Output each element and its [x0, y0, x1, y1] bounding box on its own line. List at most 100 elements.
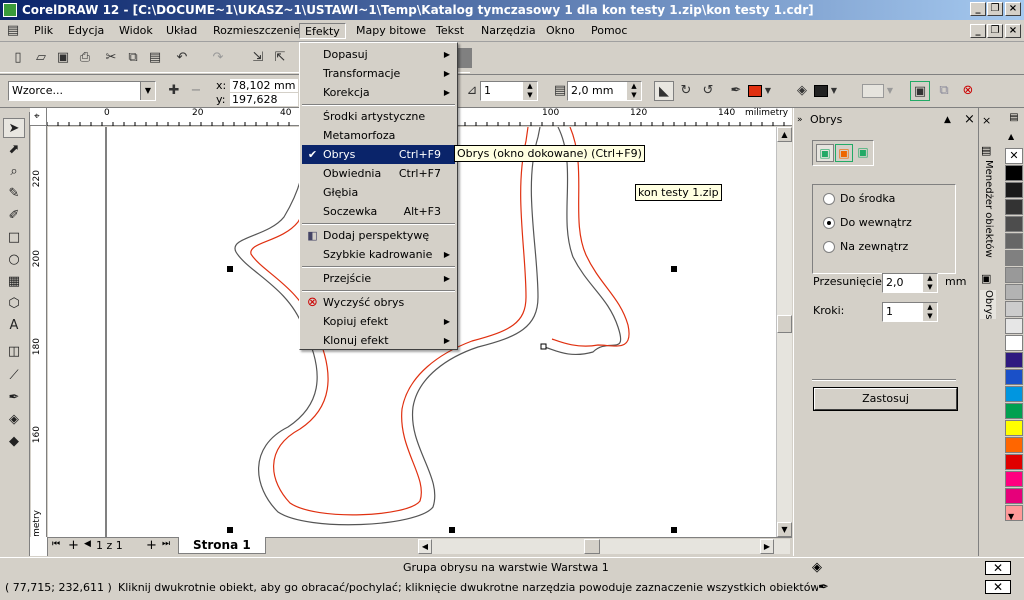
color-swatch[interactable]	[1005, 369, 1023, 385]
scroll-thumb[interactable]	[777, 315, 792, 333]
spin-arrows-icon[interactable]: ▲ ▼	[923, 303, 937, 321]
color-swatch[interactable]	[1005, 284, 1023, 300]
save-icon[interactable]: ▣	[53, 48, 73, 68]
open-file-icon[interactable]: ▱	[31, 48, 51, 68]
chevron-down-icon[interactable]: ▼	[140, 82, 155, 100]
outline-color-swatch[interactable]	[748, 85, 762, 97]
menu-plik[interactable]: Plik	[29, 23, 58, 39]
x-position-field[interactable]: 78,102 mm	[230, 79, 298, 92]
minimize-icon[interactable]: _	[970, 2, 986, 16]
menu-item-glebia[interactable]: Głębia	[302, 183, 455, 202]
docker-collapse-icon[interactable]: ▲	[944, 112, 951, 128]
scroll-up-icon[interactable]: ▲	[777, 127, 792, 142]
spin-arrows-icon[interactable]: ▲ ▼	[923, 274, 937, 292]
outline-tool-icon[interactable]: ✒	[3, 388, 25, 408]
steps-input[interactable]: 1 ▲ ▼	[882, 302, 938, 322]
copy-icon[interactable]: ⧉	[123, 48, 143, 68]
eyedropper-tool-icon[interactable]: ⟋	[3, 366, 25, 386]
contour-inside-icon[interactable]: ▣	[835, 144, 853, 162]
color-swatch[interactable]	[1005, 267, 1023, 283]
menu-item-srodki-artystyczne[interactable]: Środki artystyczne	[302, 107, 455, 126]
first-page-icon[interactable]: ⏮	[52, 539, 60, 549]
doc-restore-icon[interactable]: ❐	[987, 24, 1003, 38]
menu-pomoc[interactable]: Pomoc	[586, 23, 632, 39]
new-file-icon[interactable]: ▯	[8, 48, 28, 68]
export-icon[interactable]: ⇱	[270, 48, 290, 68]
menu-item-metamorfoza[interactable]: Metamorfoza	[302, 126, 455, 145]
menu-item-soczewka[interactable]: Soczewka Alt+F3	[302, 202, 455, 221]
contour-outside-icon[interactable]: ▣	[854, 144, 872, 162]
menu-item-obwiednia[interactable]: Obwiednia Ctrl+F7	[302, 164, 455, 183]
chevron-down-icon[interactable]: ▼	[762, 81, 774, 101]
maximize-icon[interactable]: ❐	[987, 2, 1003, 16]
menu-mapy-bitowe[interactable]: Mapy bitowe	[351, 23, 431, 39]
coreldraw-app-icon[interactable]	[3, 3, 17, 17]
radio-na-zewnatrz[interactable]	[823, 241, 835, 253]
print-icon[interactable]: ⎙	[75, 48, 95, 68]
close-docker-icon[interactable]: ×	[982, 114, 991, 127]
menu-item-korekcja[interactable]: Korekcja ▶	[302, 83, 455, 102]
hscroll-thumb[interactable]	[584, 539, 600, 554]
color-swatch[interactable]	[1005, 301, 1023, 317]
interactive-blend-tool-icon[interactable]: ◫	[3, 342, 25, 362]
no-outline-status-icon[interactable]: ✕	[985, 580, 1011, 594]
offset-input[interactable]: 2,0 ▲ ▼	[882, 273, 938, 293]
blend-color-swatch[interactable]	[862, 84, 884, 98]
cut-icon[interactable]: ✂	[101, 48, 121, 68]
add-page-after-icon[interactable]: +	[146, 538, 157, 553]
horizontal-scrollbar[interactable]	[418, 539, 790, 554]
last-page-icon[interactable]: ⏭	[162, 539, 170, 549]
freehand-tool-icon[interactable]: ✎	[3, 184, 25, 204]
color-swatch[interactable]	[1005, 488, 1023, 504]
menu-edycja[interactable]: Edycja	[63, 23, 109, 39]
y-position-field[interactable]: 197,628 mm	[230, 93, 298, 119]
smart-fill-tool-icon[interactable]: ✐	[3, 206, 25, 226]
close-icon[interactable]: ×	[1005, 2, 1021, 16]
vertical-ruler[interactable]: 220 200 180 160 milimetry	[31, 126, 47, 556]
redo-icon[interactable]: ↷	[208, 48, 228, 68]
add-page-icon[interactable]: +	[68, 538, 79, 553]
no-fill-status-icon[interactable]: ✕	[985, 561, 1011, 575]
preset-combo[interactable]: Wzorce... ▼	[8, 81, 156, 101]
spin-arrows-icon[interactable]: ▲ ▼	[523, 82, 537, 100]
ruler-origin[interactable]: ⌖	[30, 108, 47, 126]
color-swatch[interactable]	[1005, 437, 1023, 453]
shape-tool-icon[interactable]: ⬈	[3, 140, 25, 160]
prev-page-icon[interactable]: ◀	[84, 539, 91, 549]
color-swatch[interactable]	[1005, 199, 1023, 215]
tab-menedzer-obiektow[interactable]: Menedżer obiektów	[980, 160, 996, 258]
zoom-dropdown-icon[interactable]	[458, 48, 472, 68]
menu-item-transformacje[interactable]: Transformacje ▶	[302, 64, 455, 83]
text-tool-icon[interactable]: A	[3, 316, 25, 336]
palette-scroll-up-icon[interactable]: ▲	[1008, 132, 1014, 141]
apply-button[interactable]: Zastosuj	[813, 387, 958, 411]
clear-contour-icon[interactable]: ⊗	[958, 81, 978, 101]
menu-item-kopiuj-efekt[interactable]: Kopiuj efekt ▶	[302, 312, 455, 331]
color-swatch[interactable]	[1005, 165, 1023, 181]
docker-close-icon[interactable]: ×	[964, 112, 975, 128]
color-swatch[interactable]	[1005, 454, 1023, 470]
document-icon[interactable]: ▤	[4, 21, 22, 39]
offset-spinner[interactable]: 2,0 mm ▲ ▼	[567, 81, 642, 101]
tab-strona-1[interactable]: Strona 1	[178, 537, 266, 554]
contour-center-icon[interactable]: ▣	[816, 144, 834, 162]
menu-item-dopasuj[interactable]: Dopasuj ▶	[302, 45, 455, 64]
zoom-tool-icon[interactable]: ⌕	[3, 162, 25, 182]
fill-color-swatch[interactable]	[814, 85, 828, 97]
color-swatch[interactable]	[1005, 352, 1023, 368]
menu-efekty[interactable]: Efekty	[299, 23, 346, 39]
import-icon[interactable]: ⇲	[248, 48, 268, 68]
pick-tool-icon[interactable]: ➤	[3, 118, 25, 138]
menu-item-wyczysc-obrys[interactable]: ⊗ Wyczyść obrys	[302, 293, 455, 312]
spin-arrows-icon[interactable]: ▲ ▼	[627, 82, 641, 100]
menu-tekst[interactable]: Tekst	[431, 23, 469, 39]
undo-icon[interactable]: ↶	[172, 48, 192, 68]
chevron-down-icon[interactable]: ▼	[884, 81, 896, 101]
copy-contour-icon[interactable]: ▣	[910, 81, 930, 101]
radio-do-wewnatrz[interactable]	[823, 217, 835, 229]
ellipse-tool-icon[interactable]: ○	[3, 250, 25, 270]
color-swatch[interactable]	[1005, 318, 1023, 334]
interactive-fill-tool-icon[interactable]: ◆	[3, 432, 25, 452]
outline-status-icon[interactable]: ✒	[818, 580, 829, 595]
radio-do-srodka[interactable]	[823, 193, 835, 205]
